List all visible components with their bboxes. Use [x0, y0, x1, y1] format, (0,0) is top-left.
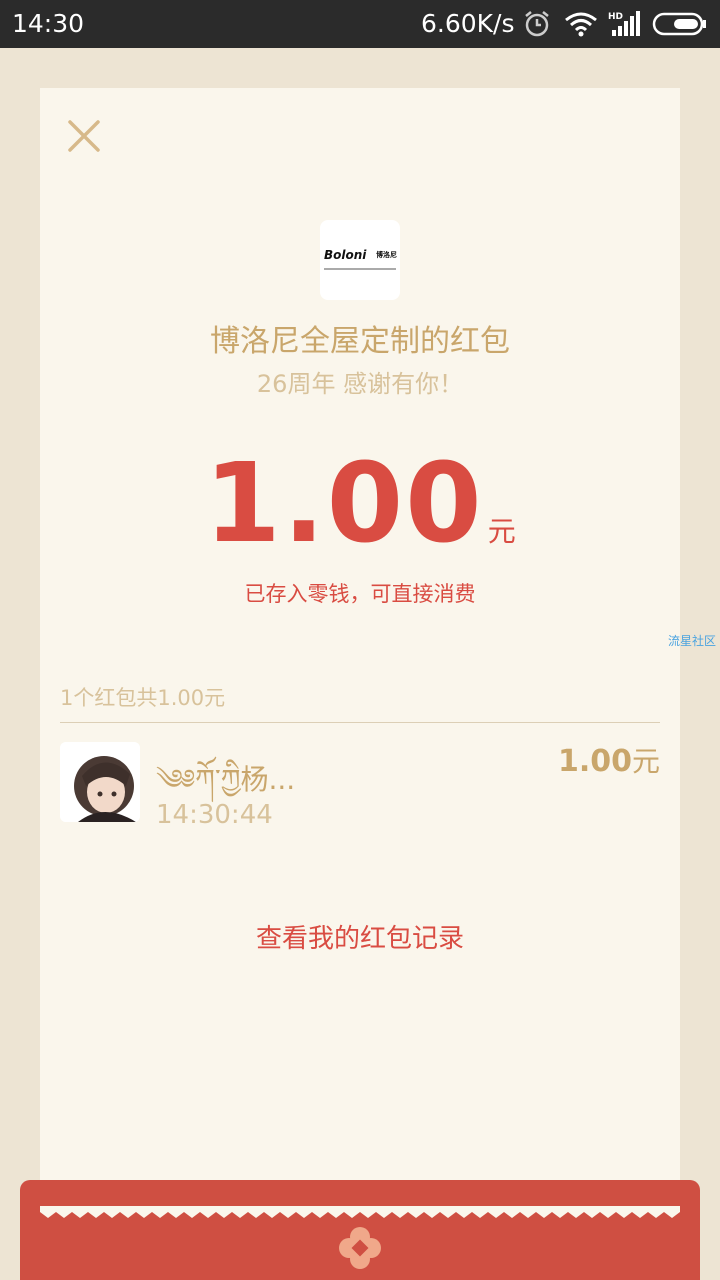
status-time: 14:30: [12, 9, 85, 38]
svg-text:HD: HD: [608, 12, 623, 22]
flower-emblem-icon: [339, 1227, 381, 1269]
packet-summary: 1个红包共1.00元: [60, 686, 226, 710]
amount-display: 1.00 元: [40, 438, 680, 568]
sender-title: 博洛尼全屋定制的红包: [210, 324, 510, 359]
logo-underline: [324, 268, 396, 270]
logo-brand-text: Boloni: [324, 248, 367, 262]
receive-time: 14:30:44: [156, 800, 273, 830]
paper-torn-edge: [40, 1206, 680, 1218]
watermark: 流星社区: [668, 634, 717, 648]
greeting-message: 26周年 感谢有你！: [256, 370, 464, 398]
hd-signal-icon: HD: [608, 11, 640, 36]
divider: [60, 722, 660, 723]
avatar[interactable]: [60, 742, 140, 822]
amount-unit: 元: [487, 515, 516, 548]
wifi-icon: [565, 12, 597, 37]
battery-icon: [652, 12, 706, 36]
red-packet-detail-card: Boloni 博洛尼 博洛尼全屋定制的红包 26周年 感谢有你！ 1.00 元 已…: [40, 88, 680, 1214]
deposit-note: 已存入零钱，可直接消费: [244, 582, 476, 606]
avatar-image: [60, 742, 140, 822]
receive-amount: 1.00元: [558, 740, 660, 780]
receive-amount-unit: 元: [631, 745, 660, 778]
sender-logo: Boloni 博洛尼: [320, 220, 400, 300]
receive-amount-value: 1.00: [557, 744, 632, 779]
close-icon[interactable]: [64, 116, 104, 156]
logo-brand-cn: 博洛尼: [376, 251, 397, 259]
amount-value: 1.00: [204, 439, 484, 567]
view-records-link[interactable]: 查看我的红包记录: [40, 918, 680, 955]
alarm-icon: [525, 11, 549, 37]
network-speed: 6.60K/s: [421, 9, 515, 38]
status-bar: 14:30 6.60K/s HD: [0, 0, 720, 48]
